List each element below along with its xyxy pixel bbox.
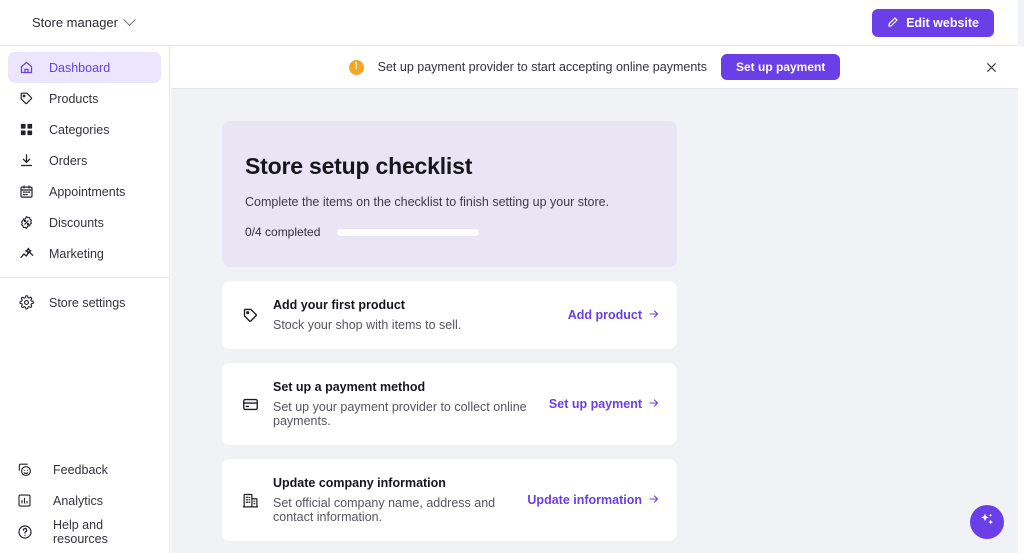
sidebar-item-help-and-resources[interactable]: Help and resources xyxy=(8,516,161,547)
store-switcher[interactable]: Store manager xyxy=(32,15,134,30)
dashboard-content: Store setup checklist Complete the items… xyxy=(171,89,1018,553)
task-body: Update company information Set official … xyxy=(273,476,515,524)
gear-icon xyxy=(18,294,35,311)
checklist-task-add-product[interactable]: Add your first product Stock your shop w… xyxy=(222,281,677,349)
arrow-right-icon xyxy=(648,493,660,508)
edit-website-button[interactable]: Edit website xyxy=(872,9,994,37)
task-action-link[interactable]: Add product xyxy=(568,308,660,323)
ai-assistant-button[interactable] xyxy=(970,505,1004,539)
credit-card-icon xyxy=(241,396,259,413)
feedback-icon xyxy=(16,461,33,478)
checklist-subtitle: Complete the items on the checklist to f… xyxy=(245,195,654,209)
checklist-task-company-information[interactable]: Update company information Set official … xyxy=(222,459,677,541)
task-action-link[interactable]: Update information xyxy=(527,493,660,508)
close-icon[interactable] xyxy=(980,56,1002,78)
grid-icon xyxy=(18,121,35,138)
sidebar-primary-nav: Dashboard Products Categories Orders App xyxy=(0,46,169,318)
arrow-right-icon xyxy=(648,397,660,412)
pencil-icon xyxy=(887,16,899,31)
sidebar-item-appointments[interactable]: Appointments xyxy=(8,176,161,207)
sidebar-item-label: Dashboard xyxy=(49,61,110,75)
sidebar-item-label: Products xyxy=(49,92,98,106)
banner-message: Set up payment provider to start accepti… xyxy=(378,60,707,74)
sidebar-secondary-nav: Feedback Analytics Help and resources xyxy=(0,454,169,547)
banner-setup-payment-button[interactable]: Set up payment xyxy=(721,54,840,80)
sidebar-item-products[interactable]: Products xyxy=(8,83,161,114)
analytics-icon xyxy=(16,492,33,509)
sidebar-item-analytics[interactable]: Analytics xyxy=(8,485,161,516)
trend-chart-icon xyxy=(18,245,35,262)
sidebar-item-label: Store settings xyxy=(49,296,125,310)
sidebar-item-marketing[interactable]: Marketing xyxy=(8,238,161,269)
tag-icon xyxy=(241,307,259,324)
sidebar-item-label: Orders xyxy=(49,154,87,168)
sidebar-item-categories[interactable]: Categories xyxy=(8,114,161,145)
checklist-task-payment-method[interactable]: Set up a payment method Set up your paym… xyxy=(222,363,677,445)
download-icon xyxy=(18,152,35,169)
arrow-right-icon xyxy=(648,308,660,323)
sidebar-divider xyxy=(0,277,169,278)
task-action-label: Update information xyxy=(527,493,642,507)
task-title: Add your first product xyxy=(273,298,556,312)
sidebar-item-discounts[interactable]: Discounts xyxy=(8,207,161,238)
task-description: Set official company name, address and c… xyxy=(273,496,515,524)
task-action-label: Add product xyxy=(568,308,642,322)
store-switcher-label: Store manager xyxy=(32,15,118,30)
sidebar: Dashboard Products Categories Orders App xyxy=(0,46,170,553)
sidebar-item-label: Feedback xyxy=(53,463,108,477)
sidebar-item-dashboard[interactable]: Dashboard xyxy=(8,52,161,83)
sidebar-item-label: Help and resources xyxy=(53,518,161,546)
progress-label: 0/4 completed xyxy=(245,225,320,239)
page-scrollbar-thumb[interactable] xyxy=(1018,0,1024,46)
chevron-down-icon xyxy=(123,13,136,26)
help-circle-icon xyxy=(16,523,33,540)
sidebar-item-label: Discounts xyxy=(49,216,104,230)
task-description: Set up your payment provider to collect … xyxy=(273,400,537,428)
warning-icon: ! xyxy=(349,60,364,75)
task-action-link[interactable]: Set up payment xyxy=(549,397,660,412)
task-body: Add your first product Stock your shop w… xyxy=(273,298,556,332)
top-bar: Store manager Edit website xyxy=(0,0,1018,46)
task-title: Set up a payment method xyxy=(273,380,537,394)
task-description: Stock your shop with items to sell. xyxy=(273,318,556,332)
sidebar-item-feedback[interactable]: Feedback xyxy=(8,454,161,485)
store-setup-checklist: Store setup checklist Complete the items… xyxy=(222,121,677,553)
sidebar-item-orders[interactable]: Orders xyxy=(8,145,161,176)
checklist-header-card: Store setup checklist Complete the items… xyxy=(222,121,677,267)
main-content: ! Set up payment provider to start accep… xyxy=(171,46,1018,553)
checklist-progress: 0/4 completed xyxy=(245,225,654,239)
discount-icon xyxy=(18,214,35,231)
task-action-label: Set up payment xyxy=(549,397,642,411)
sidebar-item-label: Analytics xyxy=(53,494,103,508)
sparkle-icon xyxy=(977,510,997,535)
task-body: Set up a payment method Set up your paym… xyxy=(273,380,537,428)
calendar-icon xyxy=(18,183,35,200)
tag-icon xyxy=(18,90,35,107)
building-icon xyxy=(241,492,259,509)
edit-website-label: Edit website xyxy=(906,16,979,30)
progress-bar xyxy=(337,229,479,236)
sidebar-item-label: Categories xyxy=(49,123,109,137)
sidebar-item-label: Appointments xyxy=(49,185,125,199)
payment-setup-banner: ! Set up payment provider to start accep… xyxy=(171,46,1018,89)
sidebar-item-store-settings[interactable]: Store settings xyxy=(8,287,161,318)
home-icon xyxy=(18,59,35,76)
page-scrollbar-track[interactable] xyxy=(1018,0,1024,553)
sidebar-item-label: Marketing xyxy=(49,247,104,261)
task-title: Update company information xyxy=(273,476,515,490)
page-title: Store setup checklist xyxy=(245,153,654,180)
